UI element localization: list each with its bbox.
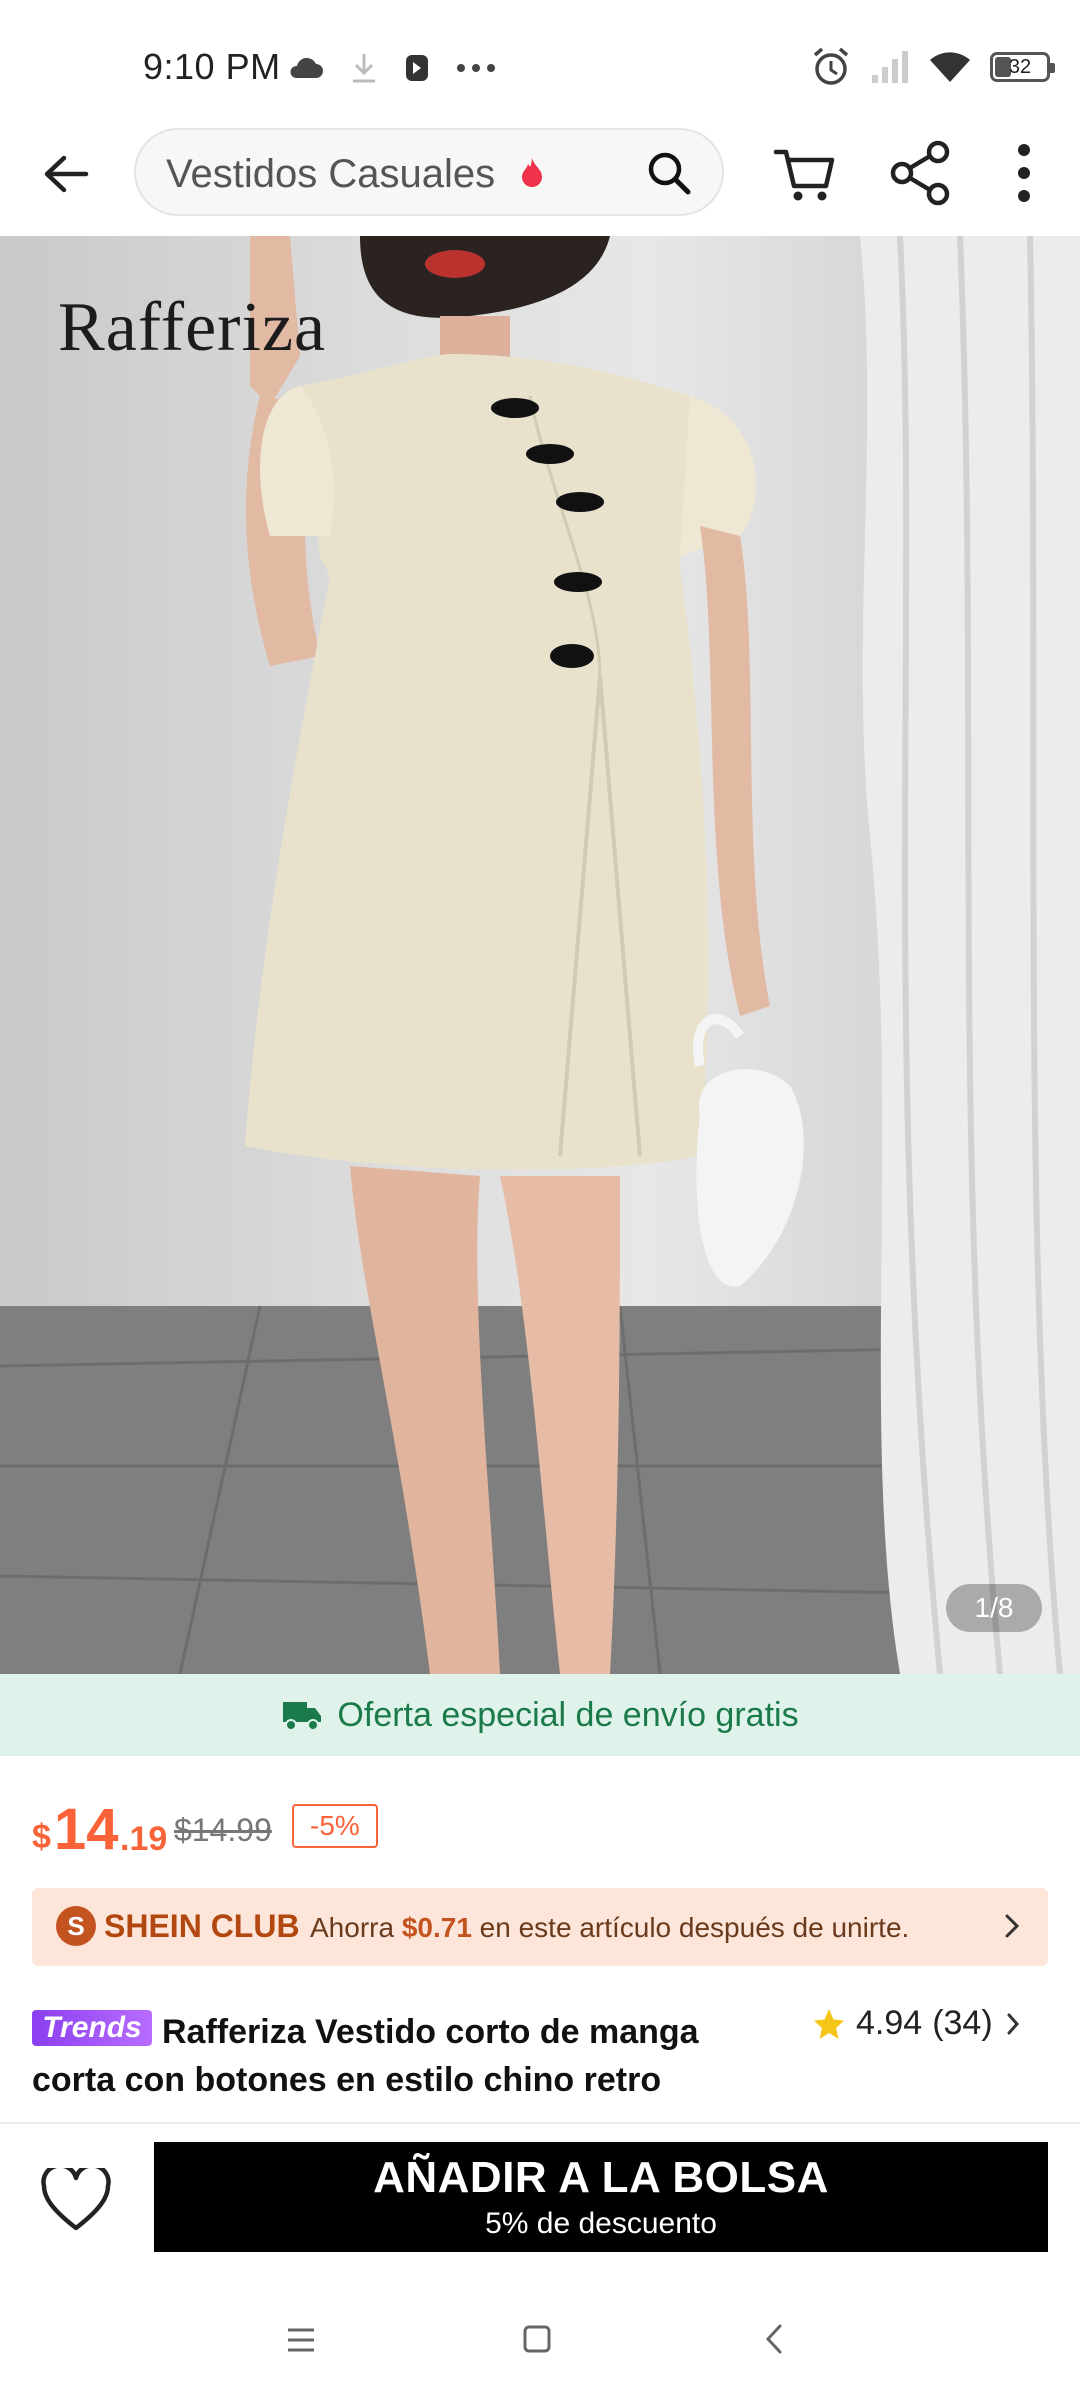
alarm-icon	[813, 47, 849, 85]
add-to-bag-label: AÑADIR A LA BOLSA	[373, 2153, 829, 2202]
shipping-text: Oferta especial de envío gratis	[337, 1695, 799, 1734]
image-counter: 1/8	[946, 1584, 1042, 1632]
rating-summary[interactable]: 4.94 (34)	[812, 2004, 1023, 2043]
search-query: Vestidos Casuales	[166, 152, 496, 196]
share-button[interactable]	[886, 138, 956, 208]
heart-icon	[41, 2168, 111, 2231]
search-input[interactable]: Vestidos Casuales	[134, 128, 724, 216]
status-bar: 9:10 PM 32	[0, 0, 1080, 120]
app-icon	[406, 55, 428, 81]
top-header: Vestidos Casuales	[0, 120, 1080, 236]
rating-value: 4.94	[856, 2004, 923, 2042]
nav-back-icon[interactable]	[762, 2322, 786, 2356]
product-photo	[0, 236, 1080, 1674]
product-image-carousel[interactable]: Rafferiza 1/8	[0, 236, 1080, 1674]
download-icon	[353, 54, 375, 83]
star-icon	[814, 2008, 844, 2039]
chevron-right-icon	[1007, 2013, 1019, 2034]
cart-icon	[773, 149, 835, 201]
rating-count: (34)	[932, 2004, 993, 2042]
trends-badge: Trends	[32, 2010, 152, 2046]
club-text-before: Ahorra	[310, 1912, 402, 1943]
club-logo-icon: S	[56, 1906, 96, 1946]
club-savings-amount: $0.71	[401, 1912, 472, 1943]
brand-watermark: Rafferiza	[58, 289, 327, 366]
more-dots-icon	[457, 64, 495, 72]
back-button[interactable]	[34, 142, 98, 206]
wishlist-button[interactable]	[36, 2160, 116, 2240]
status-time: 9:10 PM	[143, 46, 281, 87]
home-icon[interactable]	[522, 2324, 552, 2354]
battery-level: 32	[1008, 55, 1032, 78]
price-integer: 14	[54, 1797, 119, 1862]
free-shipping-banner: Oferta especial de envío gratis	[0, 1674, 1080, 1756]
more-options-button[interactable]	[1004, 138, 1044, 208]
back-arrow-icon	[44, 155, 89, 193]
club-name: SHEIN CLUB	[104, 1908, 300, 1944]
signal-icon	[872, 51, 908, 83]
discount-badge: -5%	[292, 1804, 378, 1848]
price-row: $ 14 .19 $14.99 -5%	[32, 1796, 1032, 1862]
price-currency: $	[32, 1818, 51, 1856]
truck-icon	[283, 1702, 322, 1731]
search-icon[interactable]	[646, 150, 692, 196]
cloud-icon	[290, 57, 323, 78]
wifi-icon	[930, 52, 970, 82]
share-icon	[890, 140, 950, 206]
battery-icon: 32	[990, 52, 1055, 82]
original-price: $14.99	[174, 1812, 272, 1848]
club-savings-text: Ahorra $0.71 en este artículo después de…	[310, 1912, 909, 1944]
add-to-bag-button[interactable]: AÑADIR A LA BOLSA 5% de descuento	[154, 2142, 1048, 2252]
club-text-after: en este artículo después de unirte.	[471, 1912, 910, 1943]
shein-club-banner[interactable]: S SHEIN CLUB Ahorra $0.71 en este artícu…	[32, 1888, 1048, 1966]
add-to-bag-discount: 5% de descuento	[485, 2207, 717, 2240]
price-decimal: .19	[120, 1820, 168, 1858]
system-nav-bar	[0, 2290, 1080, 2400]
flame-icon	[522, 158, 542, 187]
divider	[0, 2122, 1080, 2124]
recent-apps-icon[interactable]	[286, 2326, 316, 2354]
cart-button[interactable]	[770, 138, 840, 208]
chevron-right-icon	[1005, 1914, 1020, 1938]
more-vertical-icon	[1018, 144, 1030, 202]
